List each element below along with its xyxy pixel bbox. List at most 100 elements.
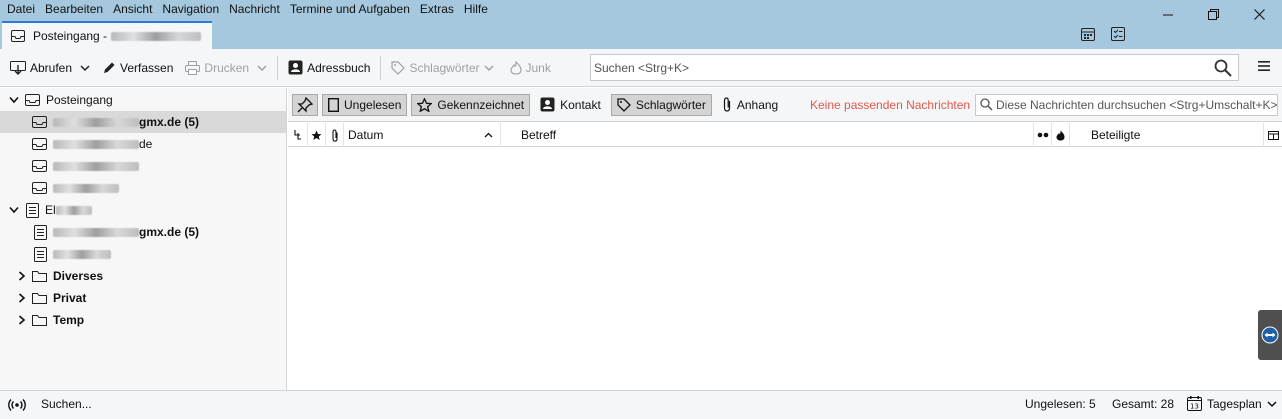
search-icon[interactable] [1214, 59, 1232, 77]
download-icon [10, 60, 26, 75]
sticky-filter-button[interactable] [292, 93, 318, 116]
tags-label: Schlagwörter [409, 60, 480, 75]
tab-inbox[interactable]: Posteingang - [2, 21, 212, 49]
write-label: Verfassen [120, 60, 174, 75]
message-list[interactable] [288, 148, 1282, 390]
contact-filter-button[interactable]: Kontakt [534, 94, 607, 116]
chevron-down-icon [1267, 400, 1277, 407]
folder-pane: Posteingang gmx.de (5) de El gmx.de (5) … [0, 88, 287, 390]
paperclip-icon [723, 97, 730, 112]
date-column[interactable]: Datum [344, 123, 501, 147]
expand-twisty[interactable] [16, 293, 28, 303]
toolbar-separator [277, 55, 279, 80]
folder-account2-sub1[interactable]: gmx.de (5) [0, 221, 286, 243]
sort-ascending-icon [484, 132, 493, 138]
search-icon [980, 98, 993, 111]
folder-account1-sub1[interactable]: gmx.de (5) [0, 111, 286, 133]
folder-account2[interactable]: El [0, 199, 286, 221]
total-count: Gesamt: 28 [1112, 397, 1175, 411]
close-button[interactable] [1236, 0, 1282, 28]
tags-button[interactable]: Schlagwörter [385, 54, 503, 82]
redacted-email [53, 228, 139, 238]
column-picker[interactable] [1264, 123, 1282, 147]
redacted-email [53, 140, 139, 150]
star-icon [311, 130, 322, 140]
chevron-down-icon [9, 96, 19, 104]
redacted-email [53, 162, 139, 172]
chevron-right-icon [18, 315, 26, 325]
filter-search-input[interactable]: Diese Nachrichten durchsuchen <Strg+Umsc… [975, 94, 1278, 116]
menu-termine-und-aufgaben[interactable]: Termine und Aufgaben [285, 2, 415, 18]
junk-button[interactable]: Junk [504, 54, 557, 82]
app-menu-button[interactable] [1258, 60, 1270, 75]
tasks-icon[interactable] [1110, 26, 1126, 42]
calendar-icon[interactable] [1080, 26, 1096, 42]
local-folder-icon [34, 246, 47, 262]
inbox-icon [11, 30, 25, 42]
unread-suffix: gmx.de (5) [139, 225, 200, 239]
folder-account1-sub2[interactable]: de [0, 133, 286, 155]
menu-bearbeiten[interactable]: Bearbeiten [40, 2, 108, 18]
read-status-icon [1037, 132, 1048, 138]
attachment-column[interactable] [326, 123, 344, 147]
expand-twisty[interactable] [16, 315, 28, 325]
folder-account1-inbox[interactable]: Posteingang [0, 89, 286, 111]
teamviewer-side-tab[interactable] [1258, 310, 1282, 360]
folder-diverses[interactable]: Diverses [0, 265, 286, 287]
participants-column[interactable]: Beteiligte [1070, 123, 1264, 147]
subject-column[interactable]: Betreff [501, 123, 1034, 147]
unread-filter-button[interactable]: Ungelesen [322, 93, 408, 116]
menu-datei[interactable]: Datei [2, 2, 40, 18]
get-messages-dropdown[interactable] [78, 54, 96, 82]
address-book-label: Adressbuch [307, 60, 371, 75]
folder-label: El [45, 203, 92, 217]
menu-extras[interactable]: Extras [415, 2, 459, 18]
starred-filter-label: Gekennzeichnet [437, 97, 525, 112]
folder-label: Temp [53, 313, 85, 327]
folder-label: Posteingang [46, 93, 113, 107]
print-button[interactable]: Drucken [179, 54, 255, 82]
collapse-twisty[interactable] [8, 96, 20, 104]
redacted-email [53, 184, 119, 194]
main-toolbar: Abrufen Verfassen Drucken Adressbuch Sch… [0, 49, 1282, 87]
collapse-twisty[interactable] [8, 206, 20, 214]
flame-icon [509, 60, 522, 75]
chevron-down-icon [9, 206, 19, 214]
write-button[interactable]: Verfassen [96, 54, 179, 82]
thread-icon [293, 130, 301, 140]
global-search-input[interactable]: Suchen <Strg+K> [590, 54, 1239, 81]
junk-status-column[interactable] [1052, 123, 1070, 147]
star-column[interactable] [308, 123, 326, 147]
folder-temp[interactable]: Temp [0, 309, 286, 331]
address-book-button[interactable]: Adressbuch [282, 54, 376, 82]
online-status-icon[interactable] [8, 398, 26, 412]
folder-account1-sub4[interactable] [0, 177, 286, 199]
folder-account2-sub2[interactable] [0, 243, 286, 265]
restore-button[interactable] [1190, 0, 1236, 28]
chevron-right-icon [18, 271, 26, 281]
folder-privat[interactable]: Privat [0, 287, 286, 309]
expand-twisty[interactable] [16, 271, 28, 281]
teamviewer-icon [1261, 326, 1279, 344]
bookmark-icon [328, 97, 339, 112]
unread-suffix: gmx.de (5) [139, 115, 200, 129]
tags-filter-button[interactable]: Schlagwörter [610, 93, 712, 116]
print-dropdown[interactable] [255, 54, 273, 82]
get-messages-button[interactable]: Abrufen [4, 54, 78, 82]
printer-icon [185, 60, 201, 75]
starred-filter-button[interactable]: Gekennzeichnet [411, 93, 531, 116]
thread-column[interactable] [288, 123, 308, 147]
attachment-filter-button[interactable]: Anhang [716, 94, 784, 116]
menu-navigation[interactable]: Navigation [157, 2, 224, 18]
inbox-icon [32, 116, 47, 128]
menu-hilfe[interactable]: Hilfe [459, 2, 493, 18]
today-pane-button[interactable]: 13 Tagesplan [1187, 396, 1277, 411]
folder-account1-sub3[interactable] [0, 155, 286, 177]
menu-ansicht[interactable]: Ansicht [108, 2, 157, 18]
redacted-email [53, 118, 139, 128]
menu-nachricht[interactable]: Nachricht [224, 2, 285, 18]
star-icon [417, 97, 433, 112]
address-book-icon [288, 60, 303, 75]
read-status-column[interactable] [1034, 123, 1052, 147]
minimize-button[interactable] [1144, 0, 1190, 28]
